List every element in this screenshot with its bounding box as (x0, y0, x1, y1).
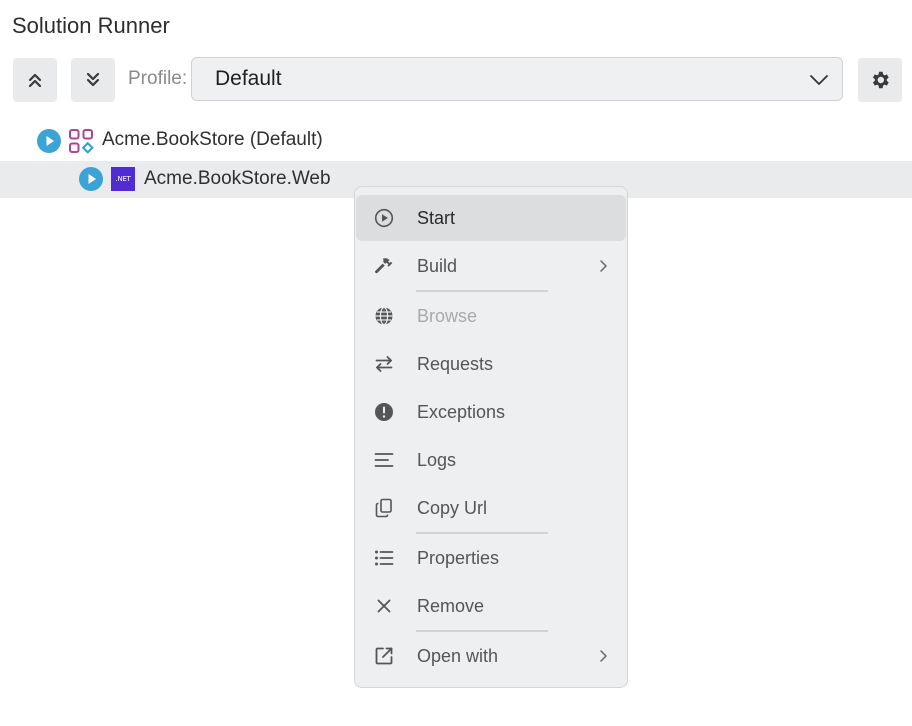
menu-item-exceptions-label: Exceptions (417, 402, 506, 422)
solution-icon (69, 129, 94, 154)
panel-title: Solution Runner (12, 13, 170, 38)
settings-button[interactable] (858, 58, 902, 102)
collapse-all-button[interactable] (13, 58, 57, 102)
close-icon (377, 599, 391, 613)
play-button-icon[interactable] (37, 129, 61, 153)
profile-select[interactable]: Default (191, 57, 843, 101)
list-icon (375, 550, 394, 566)
expand-all-button[interactable] (71, 58, 115, 102)
menu-item-open-with-label: Open with (417, 646, 499, 666)
menu-separator (416, 532, 548, 534)
globe-icon (375, 306, 393, 326)
menu-item-properties[interactable]: Properties (356, 535, 626, 581)
menu-item-browse[interactable]: Browse (356, 293, 626, 339)
gear-icon (872, 71, 889, 89)
menu-item-properties-label: Properties (417, 548, 500, 568)
menu-item-logs-label: Logs (417, 450, 457, 470)
menu-item-browse-label: Browse (417, 306, 478, 326)
profile-label: Profile: (128, 68, 188, 89)
chevrons-down-icon (86, 72, 100, 87)
hammer-icon (375, 258, 393, 274)
play-button-icon[interactable] (79, 167, 103, 191)
menu-item-requests-label: Requests (417, 354, 494, 374)
menu-separator (416, 630, 548, 632)
lines-icon (374, 453, 394, 467)
solution-runner-panel: Solution Runner Profile: Default Acme.Bo… (0, 0, 912, 726)
swap-arrows-icon (375, 356, 393, 372)
menu-item-requests[interactable]: Requests (356, 341, 626, 387)
external-link-icon (375, 647, 393, 665)
chevron-right-icon (600, 260, 607, 272)
play-circle-icon (374, 208, 394, 228)
dotnet-icon: .NET (111, 167, 135, 191)
menu-separator (416, 290, 548, 292)
tree-item-solution-label: Acme.BookStore (Default) (102, 129, 323, 150)
copy-icon (375, 498, 392, 518)
menu-item-start[interactable]: Start (356, 195, 626, 241)
menu-item-build[interactable]: Build (356, 243, 626, 289)
profile-select-value: Default (215, 67, 282, 90)
menu-item-copy-url[interactable]: Copy Url (356, 485, 626, 531)
tree-item-solution[interactable]: Acme.BookStore (Default) (0, 122, 912, 159)
context-menu: Start Build Browse Requests Exceptions L… (354, 186, 628, 688)
menu-item-build-label: Build (417, 256, 458, 276)
exclamation-circle-icon (375, 403, 393, 421)
chevron-down-icon (810, 75, 828, 85)
chevrons-up-icon (28, 73, 42, 88)
menu-item-remove[interactable]: Remove (356, 583, 626, 629)
menu-item-logs[interactable]: Logs (356, 437, 626, 483)
menu-item-exceptions[interactable]: Exceptions (356, 389, 626, 435)
tree-item-project-label: Acme.BookStore.Web (144, 168, 331, 189)
menu-item-open-with[interactable]: Open with (356, 633, 626, 679)
chevron-right-icon (600, 650, 607, 662)
menu-item-remove-label: Remove (417, 596, 485, 616)
menu-item-start-label: Start (417, 208, 456, 228)
menu-item-copy-url-label: Copy Url (417, 498, 488, 518)
